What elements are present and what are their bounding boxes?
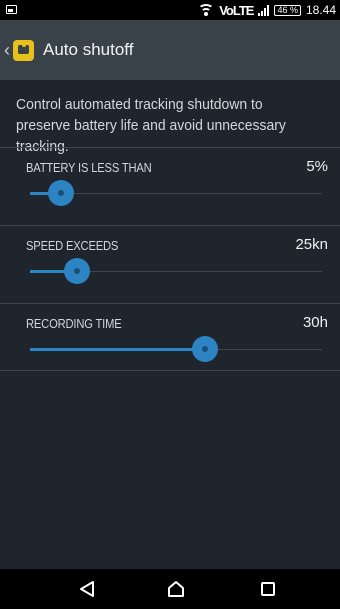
setting-value: 30h <box>302 314 328 331</box>
network-label: VoLTE <box>219 2 254 18</box>
page-title: Auto shutoff <box>43 40 134 59</box>
slider-thumb[interactable] <box>63 258 90 284</box>
slider-thumb[interactable] <box>192 336 219 362</box>
nav-recent-icon[interactable] <box>254 577 282 601</box>
setting-value: 5% <box>306 158 328 175</box>
battery-icon: 46 % <box>274 4 301 16</box>
slider-thumb[interactable] <box>47 180 74 206</box>
setting-label: SPEED EXCEEDS <box>26 238 119 253</box>
signal-icon <box>258 4 270 16</box>
clock: 18.44 <box>305 3 336 17</box>
nav-back-icon[interactable] <box>73 577 101 601</box>
wifi-icon <box>198 4 215 16</box>
navigation-bar <box>0 569 340 609</box>
setting-label: RECORDING TIME <box>26 316 122 331</box>
app-bar: ‹ Auto shutoff <box>0 20 340 80</box>
battery-slider[interactable] <box>30 180 322 206</box>
setting-recording-time: RECORDING TIME 30h <box>0 303 340 371</box>
nav-home-icon[interactable] <box>162 577 190 601</box>
recording-time-slider[interactable] <box>30 336 322 362</box>
setting-label: BATTERY IS LESS THAN <box>26 160 152 175</box>
status-icons: VoLTE 46 % 18.44 <box>198 2 336 18</box>
setting-speed: SPEED EXCEEDS 25kn <box>0 225 340 293</box>
speed-slider[interactable] <box>30 258 322 284</box>
status-bar: VoLTE 46 % 18.44 <box>0 0 340 20</box>
setting-value: 25kn <box>295 236 328 253</box>
app-logo-icon[interactable] <box>13 39 34 61</box>
image-icon <box>6 5 17 14</box>
chevron-left-icon[interactable]: ‹ <box>4 41 10 59</box>
setting-battery: BATTERY IS LESS THAN 5% <box>0 147 340 215</box>
slider-fill <box>30 348 206 351</box>
